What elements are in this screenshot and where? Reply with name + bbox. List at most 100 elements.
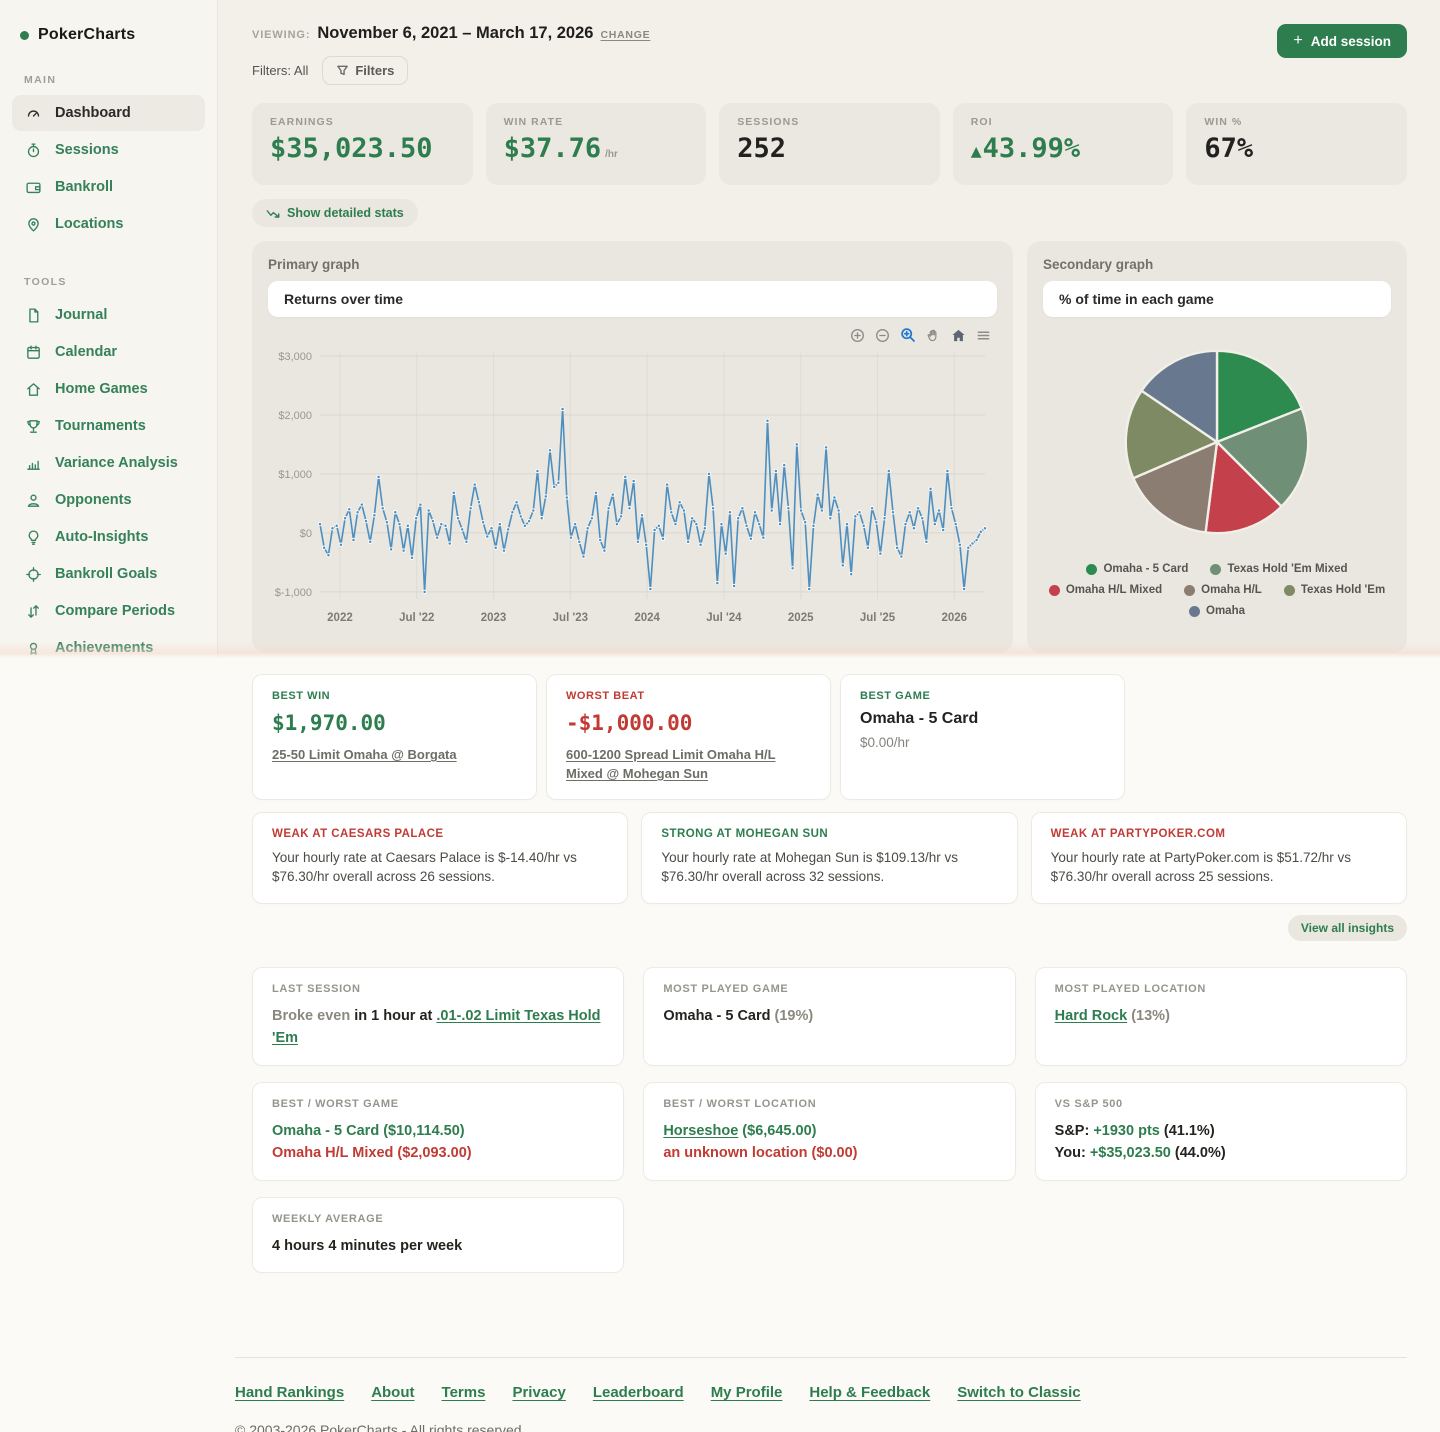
sidebar-item-home-games[interactable]: Home Games — [0, 371, 217, 407]
best-win-value: $1,970.00 — [272, 711, 386, 735]
worst-beat-session-link[interactable]: 600-1200 Spread Limit Omaha H/L Mixed @ … — [566, 746, 811, 784]
calendar-icon — [24, 344, 42, 361]
sidebar-item-auto-insights[interactable]: Auto-Insights — [0, 519, 217, 555]
footer: Hand Rankings About Terms Privacy Leader… — [235, 1357, 1407, 1432]
add-session-button[interactable]: + Add session — [1277, 24, 1407, 58]
sidebar-item-journal[interactable]: Journal — [0, 297, 217, 333]
best-game-line: Omaha - 5 Card ($10,114.50) — [272, 1122, 465, 1139]
vs-sp500-card: VS S&P 500 S&P: +1930 pts (41.1%) You: +… — [1034, 1081, 1407, 1181]
stat-label: EARNINGS — [270, 116, 334, 128]
zoom-in-icon[interactable] — [850, 328, 865, 343]
sidebar-item-variance-analysis[interactable]: Variance Analysis — [0, 445, 217, 481]
returns-line-chart[interactable]: 2022 Jul '22 2023 Jul '23 2024 Jul '24 2025 Jul… — [268, 345, 997, 634]
worst-beat-card: WORST BEAT -$1,000.00 600-1200 Spread Li… — [546, 674, 831, 800]
secondary-graph-label: Secondary graph — [1043, 257, 1154, 272]
last-session-text: Broke even in 1 hour at .01-.02 Limit Te… — [272, 1007, 601, 1047]
sidebar-item-achievements[interactable]: Achievements — [0, 630, 217, 658]
sidebar-item-dashboard[interactable]: Dashboard — [12, 95, 205, 131]
footer-link-switch-classic[interactable]: Switch to Classic — [957, 1384, 1080, 1401]
change-date-range-link[interactable]: CHANGE — [600, 29, 650, 41]
trophy-icon — [24, 418, 42, 435]
legend-dot — [1210, 563, 1222, 575]
insight-title: STRONG AT MOHEGAN SUN — [661, 827, 829, 840]
legend-dot — [1184, 584, 1196, 596]
menu-icon[interactable] — [976, 328, 991, 343]
footer-link-terms[interactable]: Terms — [442, 1384, 486, 1401]
sidebar-item-bankroll[interactable]: Bankroll — [0, 169, 217, 205]
sidebar-item-sessions[interactable]: Sessions — [0, 132, 217, 168]
footer-link-my-profile[interactable]: My Profile — [711, 1384, 783, 1401]
svg-text:$0: $0 — [300, 528, 312, 540]
best-game-rate: $0.00/hr — [860, 735, 910, 750]
funnel-icon — [336, 64, 349, 77]
stat-label: ROI — [970, 116, 993, 128]
primary-graph-label: Primary graph — [268, 257, 360, 272]
lightbulb-icon — [24, 529, 42, 546]
weekly-average-card: WEEKLY AVERAGE 4 hours 4 minutes per wee… — [252, 1196, 625, 1274]
sidebar-item-bankroll-goals[interactable]: Bankroll Goals — [0, 556, 217, 592]
most-played-location-link[interactable]: Hard Rock — [1055, 1008, 1128, 1024]
insight-card-partypoker: WEAK AT PARTYPOKER.COM Your hourly rate … — [1030, 811, 1407, 904]
pan-hand-icon[interactable] — [926, 328, 941, 343]
stat-card-roi: ROI ▲43.99% — [952, 103, 1174, 185]
stat-card-earnings: EARNINGS $35,023.50 — [252, 103, 473, 185]
target-icon — [24, 566, 42, 583]
viewing-label: VIEWING: — [252, 29, 311, 41]
legend-dot — [1048, 584, 1060, 596]
svg-text:Jul '22: Jul '22 — [399, 612, 434, 624]
sidebar-section-tools: TOOLS — [24, 276, 67, 288]
stat-card-win-pct: WIN % 67% — [1186, 103, 1407, 185]
legend-item: Omaha H/L — [1184, 584, 1262, 596]
sidebar: PokerCharts MAIN Dashboard Sessions Bank… — [0, 0, 218, 658]
stat-value-win-pct: 67% — [1204, 133, 1254, 164]
best-win-session-link[interactable]: 25-50 Limit Omaha @ Borgata — [272, 746, 457, 765]
box-zoom-icon[interactable] — [900, 327, 916, 343]
footer-link-privacy[interactable]: Privacy — [512, 1384, 565, 1401]
worst-beat-label: WORST BEAT — [566, 690, 645, 702]
reset-home-icon[interactable] — [951, 328, 966, 343]
svg-text:Jul '23: Jul '23 — [553, 612, 588, 624]
location-pin-icon — [24, 216, 42, 233]
logo-dot-icon — [20, 30, 29, 40]
primary-graph-select[interactable]: Returns over time — [268, 281, 997, 317]
filters-button[interactable]: Filters — [322, 56, 409, 85]
app-logo[interactable]: PokerCharts — [0, 0, 217, 44]
footer-link-help-feedback[interactable]: Help & Feedback — [809, 1384, 930, 1401]
stat-value-earnings: $35,023.50 — [270, 133, 433, 164]
legend-dot — [1086, 563, 1098, 575]
you-line: You: +$35,023.50 (44.0%) — [1054, 1145, 1226, 1162]
footer-link-hand-rankings[interactable]: Hand Rankings — [235, 1384, 344, 1401]
svg-text:2023: 2023 — [481, 612, 507, 624]
legend-item: Omaha — [1189, 605, 1245, 617]
best-win-label: BEST WIN — [272, 690, 331, 702]
chart-modebar — [268, 327, 991, 343]
svg-text:2025: 2025 — [788, 612, 814, 624]
sidebar-item-calendar[interactable]: Calendar — [0, 334, 217, 370]
sidebar-item-compare-periods[interactable]: Compare Periods — [0, 593, 217, 629]
insight-body: Your hourly rate at Mohegan Sun is $109.… — [661, 849, 959, 885]
legend-dot — [1189, 605, 1200, 617]
journal-icon — [24, 307, 42, 324]
zoom-out-icon[interactable] — [875, 328, 890, 343]
up-triangle-icon: ▲ — [970, 141, 982, 162]
sidebar-item-opponents[interactable]: Opponents — [0, 482, 217, 518]
best-location-line: Horseshoe ($6,645.00) — [663, 1122, 817, 1139]
show-detailed-stats-button[interactable]: Show detailed stats — [252, 199, 418, 227]
secondary-graph-select[interactable]: % of time in each game — [1043, 281, 1391, 317]
sidebar-section-main: MAIN — [24, 74, 57, 86]
last-session-card: LAST SESSION Broke even in 1 hour at .01… — [252, 966, 625, 1066]
insight-body: Your hourly rate at PartyPoker.com is $5… — [1050, 849, 1352, 885]
main-content: VIEWING: November 6, 2021 – March 17, 20… — [218, 0, 1440, 658]
svg-text:Jul '25: Jul '25 — [860, 612, 896, 624]
best-location-link[interactable]: Horseshoe — [663, 1123, 738, 1139]
gauge-icon — [24, 105, 42, 122]
sidebar-item-tournaments[interactable]: Tournaments — [0, 408, 217, 444]
stat-value-sessions: 252 — [737, 133, 786, 164]
sidebar-item-locations[interactable]: Locations — [0, 206, 217, 242]
worst-game-line: Omaha H/L Mixed ($2,093.00) — [272, 1145, 472, 1162]
best-win-card: BEST WIN $1,970.00 25-50 Limit Omaha @ B… — [252, 674, 537, 800]
footer-link-leaderboard[interactable]: Leaderboard — [593, 1384, 684, 1401]
footer-link-about[interactable]: About — [371, 1384, 414, 1401]
view-all-insights-button[interactable]: View all insights — [1287, 914, 1407, 941]
legend-item: Texas Hold 'Em — [1283, 584, 1385, 596]
